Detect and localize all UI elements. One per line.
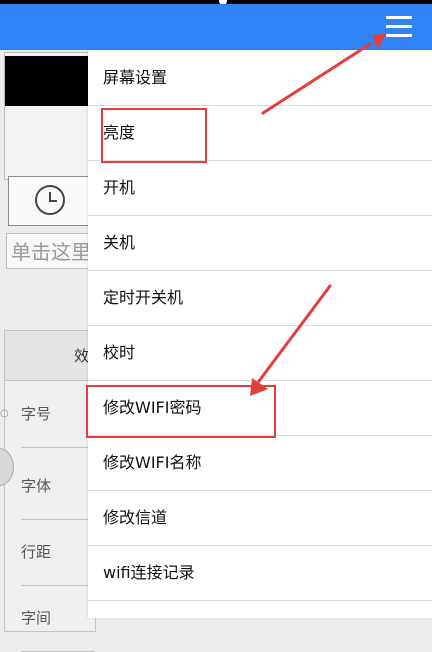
settings-table-header: 效 xyxy=(5,331,95,381)
dropdown-menu: 屏幕设置 亮度 开机 关机 定时开关机 校时 修改WIFI密码 修改WIFI名称… xyxy=(88,50,432,618)
menu-item-screen-settings[interactable]: 屏幕设置 xyxy=(88,50,432,106)
menu-item-label: 修改信道 xyxy=(103,508,168,527)
menu-item-label: wifi连接记录 xyxy=(103,563,195,582)
menu-item-more[interactable] xyxy=(88,600,432,618)
menu-item-brightness[interactable]: 亮度 xyxy=(88,105,432,161)
top-app-bar xyxy=(0,4,432,50)
hamburger-menu-icon[interactable] xyxy=(386,16,412,38)
menu-item-label: 修改WIFI密码 xyxy=(103,398,202,417)
table-row: 字号 xyxy=(21,381,95,448)
clock-icon xyxy=(35,185,65,215)
table-row: 字体 xyxy=(21,453,95,520)
menu-item-scheduled-power[interactable]: 定时开关机 xyxy=(88,270,432,326)
indicator-mark: ○ xyxy=(0,408,9,419)
menu-item-wifi-connection-log[interactable]: wifi连接记录 xyxy=(88,545,432,601)
menu-item-power-off[interactable]: 关机 xyxy=(88,215,432,271)
menu-item-label: 关机 xyxy=(103,233,136,252)
menu-item-label: 亮度 xyxy=(103,123,136,142)
menu-item-label: 校时 xyxy=(103,343,136,362)
clock-button[interactable] xyxy=(8,176,94,226)
menu-item-label: 修改WIFI名称 xyxy=(103,453,202,472)
table-row: 行距 xyxy=(21,519,95,586)
text-input-value: 单击这里 xyxy=(11,240,91,264)
preview-screen xyxy=(5,56,91,106)
menu-item-change-wifi-password[interactable]: 修改WIFI密码 xyxy=(88,380,432,436)
menu-item-label: 屏幕设置 xyxy=(103,68,168,87)
menu-item-time-sync[interactable]: 校时 xyxy=(88,325,432,381)
menu-item-change-channel[interactable]: 修改信道 xyxy=(88,490,432,546)
settings-table: 效 字号 字体 行距 字间 xyxy=(4,330,96,652)
table-row: 字间 xyxy=(21,585,95,652)
menu-item-label: 定时开关机 xyxy=(103,288,184,307)
menu-item-label: 开机 xyxy=(103,178,136,197)
text-input[interactable]: 单击这里 xyxy=(6,233,94,269)
menu-item-change-wifi-name[interactable]: 修改WIFI名称 xyxy=(88,435,432,491)
menu-item-power-on[interactable]: 开机 xyxy=(88,160,432,216)
